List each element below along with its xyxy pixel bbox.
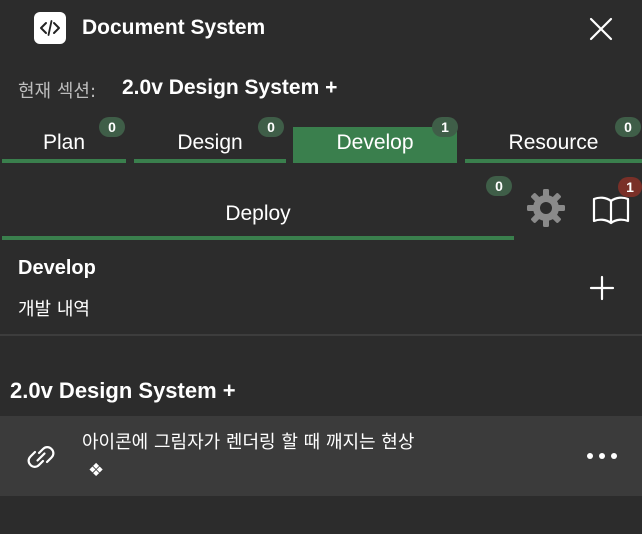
tab-resource[interactable]: Resource	[465, 127, 642, 163]
section-title: Develop	[18, 257, 96, 279]
component-icon: ❖	[88, 460, 105, 480]
tab-label: Design	[177, 131, 243, 154]
gear-icon[interactable]	[524, 186, 568, 230]
current-section-value: 2.0v Design System +	[122, 76, 338, 99]
book-badge: 1	[618, 177, 642, 197]
tab-label: Develop	[336, 131, 414, 154]
tab-develop[interactable]: Develop	[293, 127, 457, 163]
app-code-icon	[34, 12, 66, 44]
tab-label: Resource	[508, 131, 599, 154]
current-section-label: 현재 섹션:	[18, 81, 97, 102]
close-icon[interactable]	[584, 12, 618, 46]
divider	[0, 334, 642, 336]
plus-icon[interactable]	[588, 274, 616, 302]
group-title: 2.0v Design System +	[10, 378, 236, 403]
more-icon[interactable]	[582, 442, 622, 470]
section-subtitle: 개발 내역	[18, 299, 90, 320]
tab-develop-badge: 1	[432, 117, 458, 137]
tab-label: Deploy	[225, 202, 291, 225]
tab-label: Plan	[42, 131, 86, 154]
tab-deploy-badge: 0	[486, 176, 512, 196]
app-title: Document System	[82, 16, 266, 39]
book-icon[interactable]	[590, 194, 632, 226]
tab-design-badge: 0	[258, 117, 284, 137]
tab-deploy[interactable]: Deploy	[2, 192, 514, 240]
list-item-title: 아이콘에 그림자가 렌더링 할 때 깨지는 현상	[82, 432, 415, 453]
tab-resource-badge: 0	[615, 117, 641, 137]
link-icon	[24, 440, 58, 474]
tab-plan-badge: 0	[99, 117, 125, 137]
